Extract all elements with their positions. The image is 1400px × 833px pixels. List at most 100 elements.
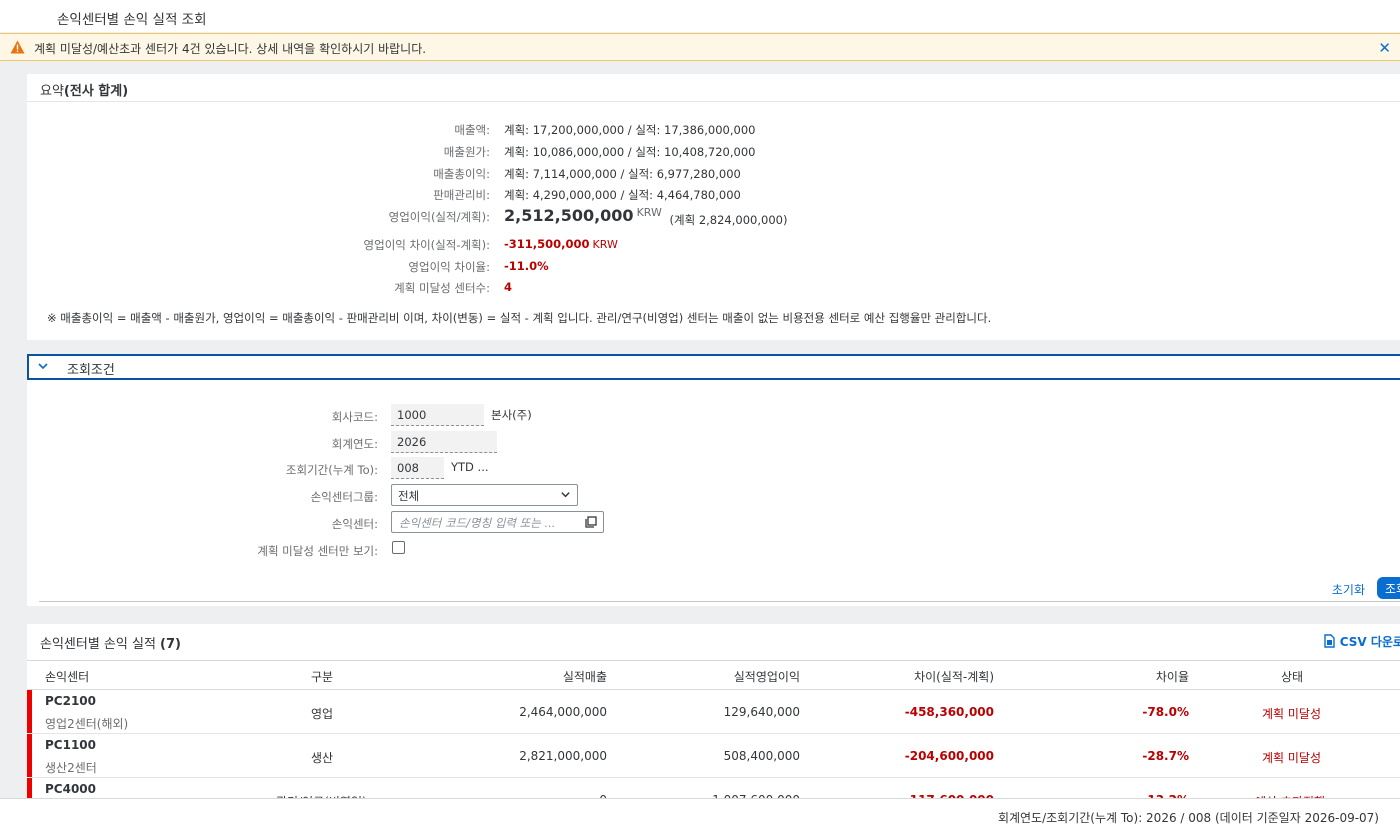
reset-button[interactable]: 초기화 — [1332, 581, 1365, 598]
row-highlight — [27, 734, 32, 777]
operating-profit-unit: KRW — [636, 206, 662, 219]
fiscal-year-input[interactable] — [391, 431, 497, 453]
diff-value: -458,360,000 — [904, 705, 994, 719]
summary-note: ※ 매출총이익 = 매출액 - 매출원가, 영업이익 = 매출총이익 - 판매관… — [47, 311, 992, 325]
gross-profit-value: 계획: 7,114,000,000 / 실적: 6,977,280,000 — [504, 167, 741, 181]
chevron-down-icon — [560, 489, 571, 503]
missed-count-value: 4 — [504, 280, 513, 294]
csv-download-button[interactable]: CSV 다운로드 — [1323, 633, 1400, 651]
value-help-icon[interactable] — [585, 516, 597, 531]
diff-unit: KRW — [592, 238, 618, 251]
center-id: PC2100 — [45, 694, 96, 708]
center-row: 손익센터: 손익센터 코드/명칭 입력 또는 ... — [27, 511, 1400, 535]
footer-text: 회계연도/조회기간(누계 To): 2026 / 008 (데이터 기준일자 2… — [997, 811, 1379, 825]
warning-message-strip: 계획 미달성/예산초과 센터가 4건 있습니다. 상세 내역을 확인하시기 바랍… — [0, 33, 1400, 61]
center-id: PC1100 — [45, 738, 96, 752]
warning-message-text: 계획 미달성/예산초과 센터가 4건 있습니다. 상세 내역을 확인하시기 바랍… — [34, 42, 427, 56]
missed-count-label: 계획 미달성 센터수: — [394, 281, 490, 295]
filter-divider — [39, 601, 1400, 602]
gross-profit-label: 매출총이익: — [433, 167, 490, 181]
company-code-label: 회사코드: — [331, 410, 378, 424]
chevron-down-icon[interactable] — [37, 360, 49, 375]
operating-profit-plan: (계획 2,824,000,000) — [669, 213, 788, 227]
missed-count-row: 계획 미달성 센터수: 4 — [27, 280, 1400, 300]
center-value-help-input[interactable]: 손익센터 코드/명칭 입력 또는 ... — [391, 511, 604, 533]
operating-profit-value: 2,512,500,000 — [504, 206, 634, 225]
table-row[interactable]: PC2100 영업2센터(해외) 영업 2,464,000,000 129,64… — [27, 690, 1400, 734]
filter-panel-title: 조회조건 — [67, 363, 115, 378]
summary-title-prefix: 요약 — [40, 84, 64, 99]
diff-label: 영업이익 차이(실적-계획): — [363, 238, 490, 252]
filter-panel: 회사코드: 본사(주) 회계연도: 조회기간(누계 To): YTD ... 손… — [27, 380, 1400, 606]
sga-label: 판매관리비: — [433, 188, 490, 202]
col-header-status[interactable]: 상태 — [1281, 668, 1303, 685]
sales-value: 계획: 17,200,000,000 / 실적: 17,386,000,000 — [504, 123, 756, 137]
diff-value: -204,600,000 — [904, 749, 994, 763]
summary-title-bold: (전사 합계) — [63, 84, 129, 99]
gross-profit-row: 매출총이익: 계획: 7,114,000,000 / 실적: 6,977,280… — [27, 166, 1400, 186]
period-input[interactable] — [391, 457, 444, 479]
sales-label: 매출액: — [454, 123, 490, 137]
status-badge: 계획 미달성 — [1262, 707, 1322, 721]
diff-value-group: -311,500,000 KRW — [504, 237, 618, 251]
col-header-rate[interactable]: 차이율 — [1156, 668, 1189, 685]
actual-op-profit: 508,400,000 — [723, 749, 800, 763]
diff-rate-row: 영업이익 차이율: -11.0% — [27, 259, 1400, 279]
summary-panel: 요약(전사 합계) 매출액: 계획: 17,200,000,000 / 실적: … — [27, 74, 1400, 340]
diff-row: 영업이익 차이(실적-계획): -311,500,000 KRW — [27, 237, 1400, 257]
company-code-desc: 본사(주) — [491, 408, 532, 422]
summary-divider — [27, 101, 1400, 102]
period-row: 조회기간(누계 To): YTD ... — [27, 457, 1400, 481]
table-title-text: 손익센터별 손익 실적 — [40, 637, 156, 652]
company-code-input[interactable] — [391, 404, 484, 426]
center-id: PC4000 — [45, 782, 96, 796]
csv-file-icon — [1323, 634, 1336, 651]
row-highlight — [27, 690, 32, 733]
operating-profit-row: 영업이익(실적/계획): 2,512,500,000 KRW (계획 2,824,… — [27, 206, 1400, 235]
cogs-row: 매출원가: 계획: 10,086,000,000 / 실적: 10,408,72… — [27, 144, 1400, 164]
table-title: 손익센터별 손익 실적 (7) — [40, 633, 181, 652]
fiscal-year-label: 회계연도: — [331, 437, 378, 451]
page-title: 손익센터별 손익 실적 조회 — [57, 12, 207, 28]
actual-op-profit: 129,640,000 — [723, 705, 800, 719]
center-name: 생산2센터 — [45, 761, 97, 775]
csv-download-label: CSV 다운로드 — [1339, 635, 1400, 649]
page-header: 손익센터별 손익 실적 조회 — [0, 0, 1400, 32]
filter-panel-header[interactable]: 조회조건 — [27, 354, 1400, 380]
company-code-row: 회사코드: 본사(주) — [27, 404, 1400, 428]
status-badge: 계획 미달성 — [1262, 751, 1322, 765]
table-count: (7) — [160, 637, 181, 652]
warning-icon — [10, 40, 25, 57]
center-name: 영업2센터(해외) — [45, 717, 129, 731]
period-desc: YTD ... — [451, 460, 489, 474]
only-missed-label: 계획 미달성 센터만 보기: — [257, 544, 378, 558]
diff-rate: -78.0% — [1142, 705, 1189, 719]
table-row[interactable]: PC1100 생산2센터 생산 2,821,000,000 508,400,00… — [27, 734, 1400, 778]
col-header-type[interactable]: 구분 — [311, 668, 333, 685]
center-group-select[interactable]: 전체 — [391, 484, 578, 506]
table-header: 손익센터 구분 실적매출 실적영업이익 차이(실적-계획) 차이율 상태 — [27, 660, 1400, 690]
center-group-row: 손익센터그룹: 전체 — [27, 484, 1400, 508]
only-missed-checkbox[interactable] — [392, 541, 405, 554]
col-header-op-profit[interactable]: 실적영업이익 — [734, 668, 800, 685]
col-header-sales[interactable]: 실적매출 — [563, 668, 607, 685]
period-label: 조회기간(누계 To): — [285, 463, 378, 477]
sales-row: 매출액: 계획: 17,200,000,000 / 실적: 17,386,000… — [27, 122, 1400, 142]
center-label: 손익센터: — [331, 517, 378, 531]
diff-rate: -28.7% — [1142, 749, 1189, 763]
only-missed-row: 계획 미달성 센터만 보기: — [27, 538, 1400, 562]
diff-rate-value: -11.0% — [504, 259, 549, 273]
sga-row: 판매관리비: 계획: 4,290,000,000 / 실적: 4,464,780… — [27, 187, 1400, 207]
col-header-center[interactable]: 손익센터 — [45, 668, 89, 685]
cogs-label: 매출원가: — [443, 145, 490, 159]
col-header-diff[interactable]: 차이(실적-계획) — [914, 668, 994, 685]
center-placeholder: 손익센터 코드/명칭 입력 또는 ... — [399, 516, 556, 530]
operating-profit-value-group: 2,512,500,000 KRW (계획 2,824,000,000) — [504, 206, 787, 228]
center-group-selected: 전체 — [398, 489, 420, 503]
center-type: 영업 — [311, 707, 334, 721]
results-table-panel: 손익센터별 손익 실적 (7) CSV 다운로드 손익센터 구분 실적매출 실적… — [27, 624, 1400, 822]
close-icon[interactable]: ✕ — [1378, 39, 1391, 57]
operating-profit-label: 영업이익(실적/계획): — [388, 210, 490, 224]
search-button[interactable]: 조회 — [1377, 577, 1400, 599]
cogs-value: 계획: 10,086,000,000 / 실적: 10,408,720,000 — [504, 145, 756, 159]
